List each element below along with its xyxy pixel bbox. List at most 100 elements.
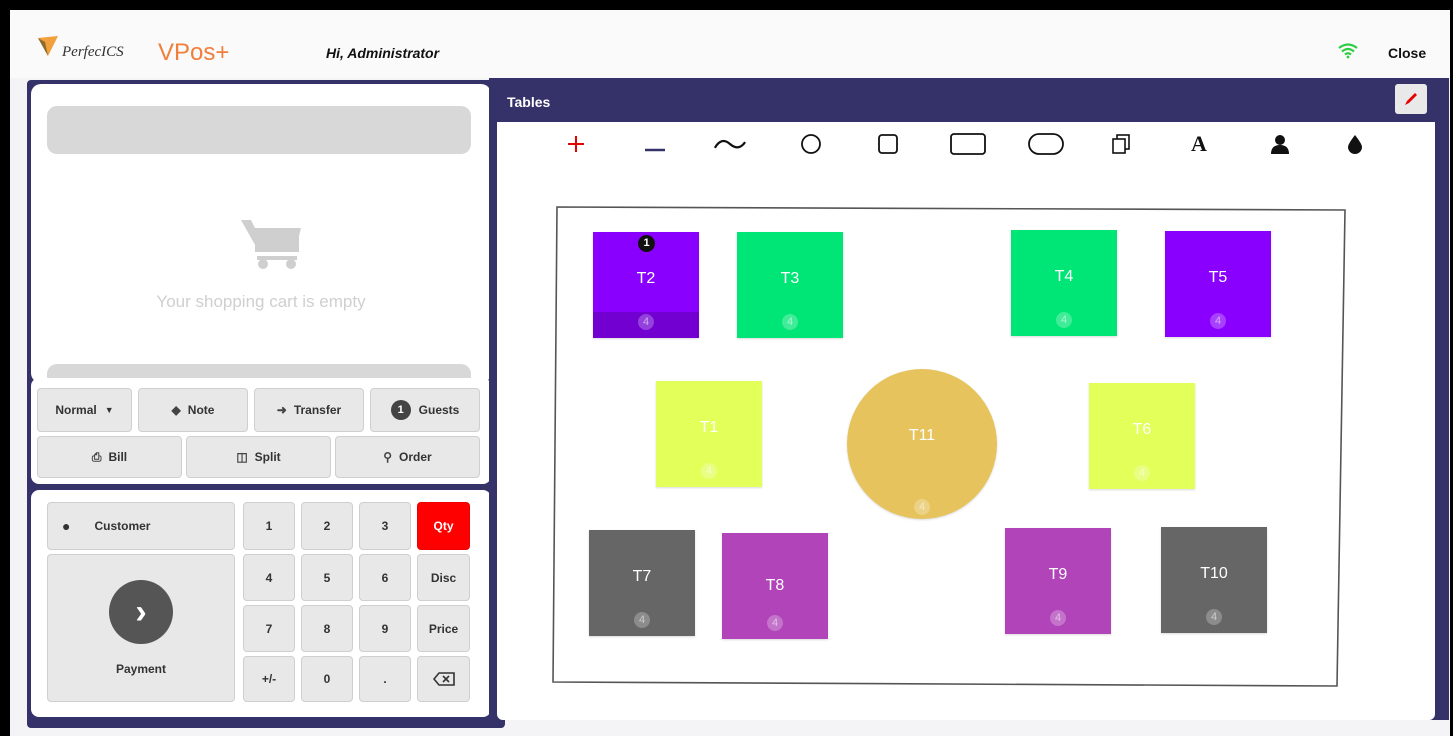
seat-count: 4 <box>1210 313 1226 329</box>
price-button[interactable]: Price <box>417 605 470 652</box>
seat-count: 4 <box>1056 312 1072 328</box>
wifi-icon <box>1338 43 1358 59</box>
guests-count: 1 <box>390 400 411 420</box>
order-mode-select[interactable]: Normal ▼ <box>37 388 132 432</box>
key-1[interactable]: 1 <box>243 502 295 550</box>
seat-count: 4 <box>1134 465 1150 481</box>
edit-layout-button[interactable] <box>1395 84 1427 114</box>
guests-button[interactable]: 1 Guests <box>370 388 480 432</box>
key-5[interactable]: 5 <box>301 554 353 601</box>
text-icon[interactable]: A <box>1182 128 1216 160</box>
guests-label: Guests <box>418 403 460 417</box>
key-0[interactable]: 0 <box>301 656 353 702</box>
key-9[interactable]: 9 <box>359 605 411 652</box>
table-T7[interactable]: T7 4 <box>589 530 695 636</box>
key-2[interactable]: 2 <box>301 502 353 550</box>
seat-count: 4 <box>701 463 717 479</box>
brand-name: PerfecICS <box>62 44 124 60</box>
color-drop-icon[interactable] <box>1338 128 1372 160</box>
user-icon: ● <box>62 518 71 534</box>
backspace-button[interactable] <box>417 656 470 702</box>
key-7[interactable]: 7 <box>243 605 295 652</box>
split-button[interactable]: ◫ Split <box>186 436 331 478</box>
table-name: T3 <box>780 270 800 287</box>
cart-header-bar <box>47 106 471 154</box>
table-name: T10 <box>1200 565 1228 582</box>
seat-count: 4 <box>638 314 654 330</box>
tag-icon: ◆ <box>171 403 181 417</box>
cart-empty-message: Your shopping cart is empty <box>156 292 366 311</box>
seat-count: 4 <box>914 499 930 515</box>
table-T1[interactable]: T1 4 <box>656 381 762 487</box>
disc-button[interactable]: Disc <box>417 554 470 601</box>
table-T2[interactable]: 1 T2 4 <box>593 232 699 338</box>
table-T10[interactable]: T10 4 <box>1161 527 1267 633</box>
payment-button[interactable]: › Payment <box>47 554 235 702</box>
circle-icon[interactable] <box>794 128 828 160</box>
key-8[interactable]: 8 <box>301 605 353 652</box>
table-T5[interactable]: T5 4 <box>1165 231 1271 337</box>
logo-icon <box>38 36 58 56</box>
table-name: T11 <box>908 427 936 444</box>
table-T8[interactable]: T8 4 <box>722 533 828 639</box>
order-label: Order <box>399 450 432 464</box>
table-name: T8 <box>765 577 785 594</box>
rounded-rect-icon[interactable] <box>1025 128 1067 160</box>
table-T3[interactable]: T3 4 <box>737 232 843 338</box>
seat-count: 4 <box>634 612 650 628</box>
drawing-toolbar: A <box>497 122 1435 167</box>
freehand-icon[interactable] <box>713 128 747 160</box>
payment-label: Payment <box>115 662 167 676</box>
floor-plan-canvas: 1 T2 4 T3 4 T4 4 T5 4 T1 4 T11 4 T6 4 T7… <box>497 166 1435 720</box>
tables-title: Tables <box>507 94 551 110</box>
decimal-key[interactable]: . <box>359 656 411 702</box>
table-name: T7 <box>632 568 652 585</box>
table-name: T5 <box>1208 269 1228 286</box>
order-actions: Normal ▼ ◆ Note ➜ Transfer 1 Guests ⎙ Bi… <box>31 378 491 484</box>
split-label: Split <box>254 450 281 464</box>
note-button[interactable]: ◆ Note <box>138 388 248 432</box>
shopping-cart-icon <box>241 220 301 269</box>
split-icon: ◫ <box>236 450 248 464</box>
plus-minus-key[interactable]: +/- <box>243 656 295 702</box>
qty-button[interactable]: Qty <box>417 502 470 550</box>
customer-label: Customer <box>94 519 151 533</box>
pencil-icon <box>1405 93 1417 105</box>
table-T9[interactable]: T9 4 <box>1005 528 1111 634</box>
table-T4[interactable]: T4 4 <box>1011 230 1117 336</box>
bill-label: Bill <box>108 450 128 464</box>
remove-icon[interactable] <box>638 128 672 160</box>
bill-button[interactable]: ⎙ Bill <box>37 436 182 478</box>
close-button[interactable]: Close <box>1388 45 1426 61</box>
add-icon[interactable] <box>559 128 593 160</box>
key-3[interactable]: 3 <box>359 502 411 550</box>
transfer-button[interactable]: ➜ Transfer <box>254 388 364 432</box>
person-icon[interactable] <box>1263 128 1297 160</box>
seat-count: 4 <box>767 615 783 631</box>
shopping-cart: Your shopping cart is empty <box>31 84 491 383</box>
payment-keypad: ● Customer › Payment 1 2 3 Qty 4 5 6 Dis… <box>31 490 491 717</box>
square-icon[interactable] <box>871 128 905 160</box>
chevron-down-icon: ▼ <box>104 405 114 415</box>
order-mode-value: Normal <box>55 403 97 417</box>
key-4[interactable]: 4 <box>243 554 295 601</box>
note-label: Note <box>187 403 215 417</box>
seat-count: 4 <box>1050 610 1066 626</box>
transfer-label: Transfer <box>293 403 342 417</box>
copy-icon[interactable] <box>1104 128 1138 160</box>
customer-button[interactable]: ● Customer <box>47 502 235 550</box>
rectangle-icon[interactable] <box>947 128 989 160</box>
order-button[interactable]: ⚲ Order <box>335 436 480 478</box>
table-name: T2 <box>636 270 656 287</box>
table-T11[interactable]: T11 4 <box>847 369 997 519</box>
brand-vpos: VPos+ <box>158 39 230 66</box>
cutlery-icon: ⚲ <box>383 450 393 464</box>
table-name: T1 <box>699 419 719 436</box>
table-T6[interactable]: T6 4 <box>1089 383 1195 489</box>
greeting: Hi, Administrator <box>326 45 440 61</box>
order-count-badge: 1 <box>638 235 655 252</box>
printer-icon: ⎙ <box>91 449 102 464</box>
backspace-icon <box>432 672 455 686</box>
seat-count: 4 <box>782 314 798 330</box>
key-6[interactable]: 6 <box>359 554 411 601</box>
